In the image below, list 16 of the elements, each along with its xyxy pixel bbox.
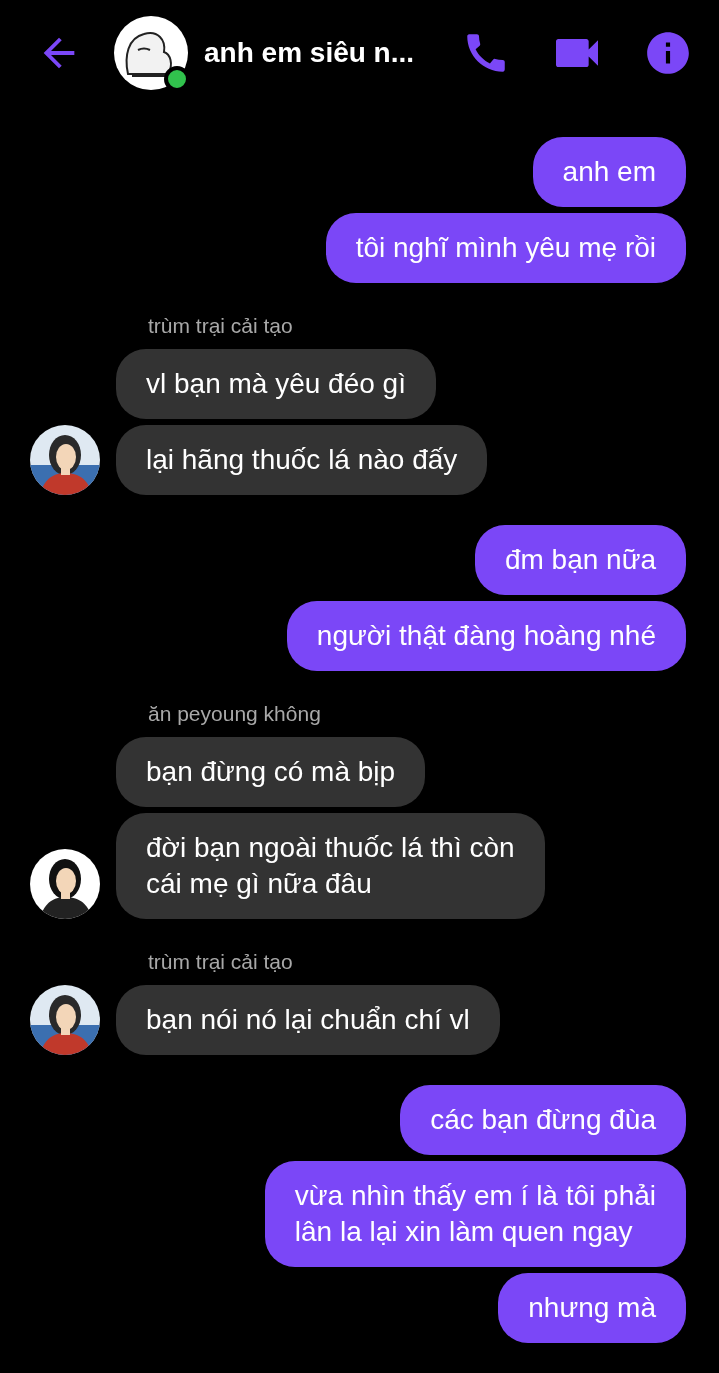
message-bubble: tôi nghĩ mình yêu mẹ rồi — [325, 213, 686, 283]
message-bubble: bạn đừng có mà bịp — [116, 737, 426, 807]
message-bubble: bạn nói nó lại chuẩn chí vl — [116, 985, 500, 1055]
chat-title: anh em siêu n... — [204, 36, 416, 69]
message-bubble: đời bạn ngoài thuốc lá thì còn cái mẹ gì nữa đâu — [116, 813, 545, 919]
sender-name: ăn peyoung không — [148, 701, 321, 727]
message-bubble: các bạn đừng đùa — [400, 1085, 686, 1155]
message-bubble: vừa nhìn thấy em í là tôi phải lân la lại xin làm quen ngay — [264, 1161, 686, 1267]
sender-name: trùm trại cải tạo — [148, 313, 293, 339]
message-bubble: người thật đàng hoàng nhé — [286, 601, 686, 671]
message-bubble: vl bạn mà yêu đéo gì — [116, 349, 436, 419]
message-bubble: đm bạn nữa — [474, 525, 686, 595]
sender-name: trùm trại cải tạo — [148, 949, 293, 975]
message-bubble: anh em — [532, 137, 686, 207]
message-bubble: lại hãng thuốc lá nào đấy — [116, 425, 488, 495]
message-bubble: nhưng mà — [498, 1273, 686, 1343]
